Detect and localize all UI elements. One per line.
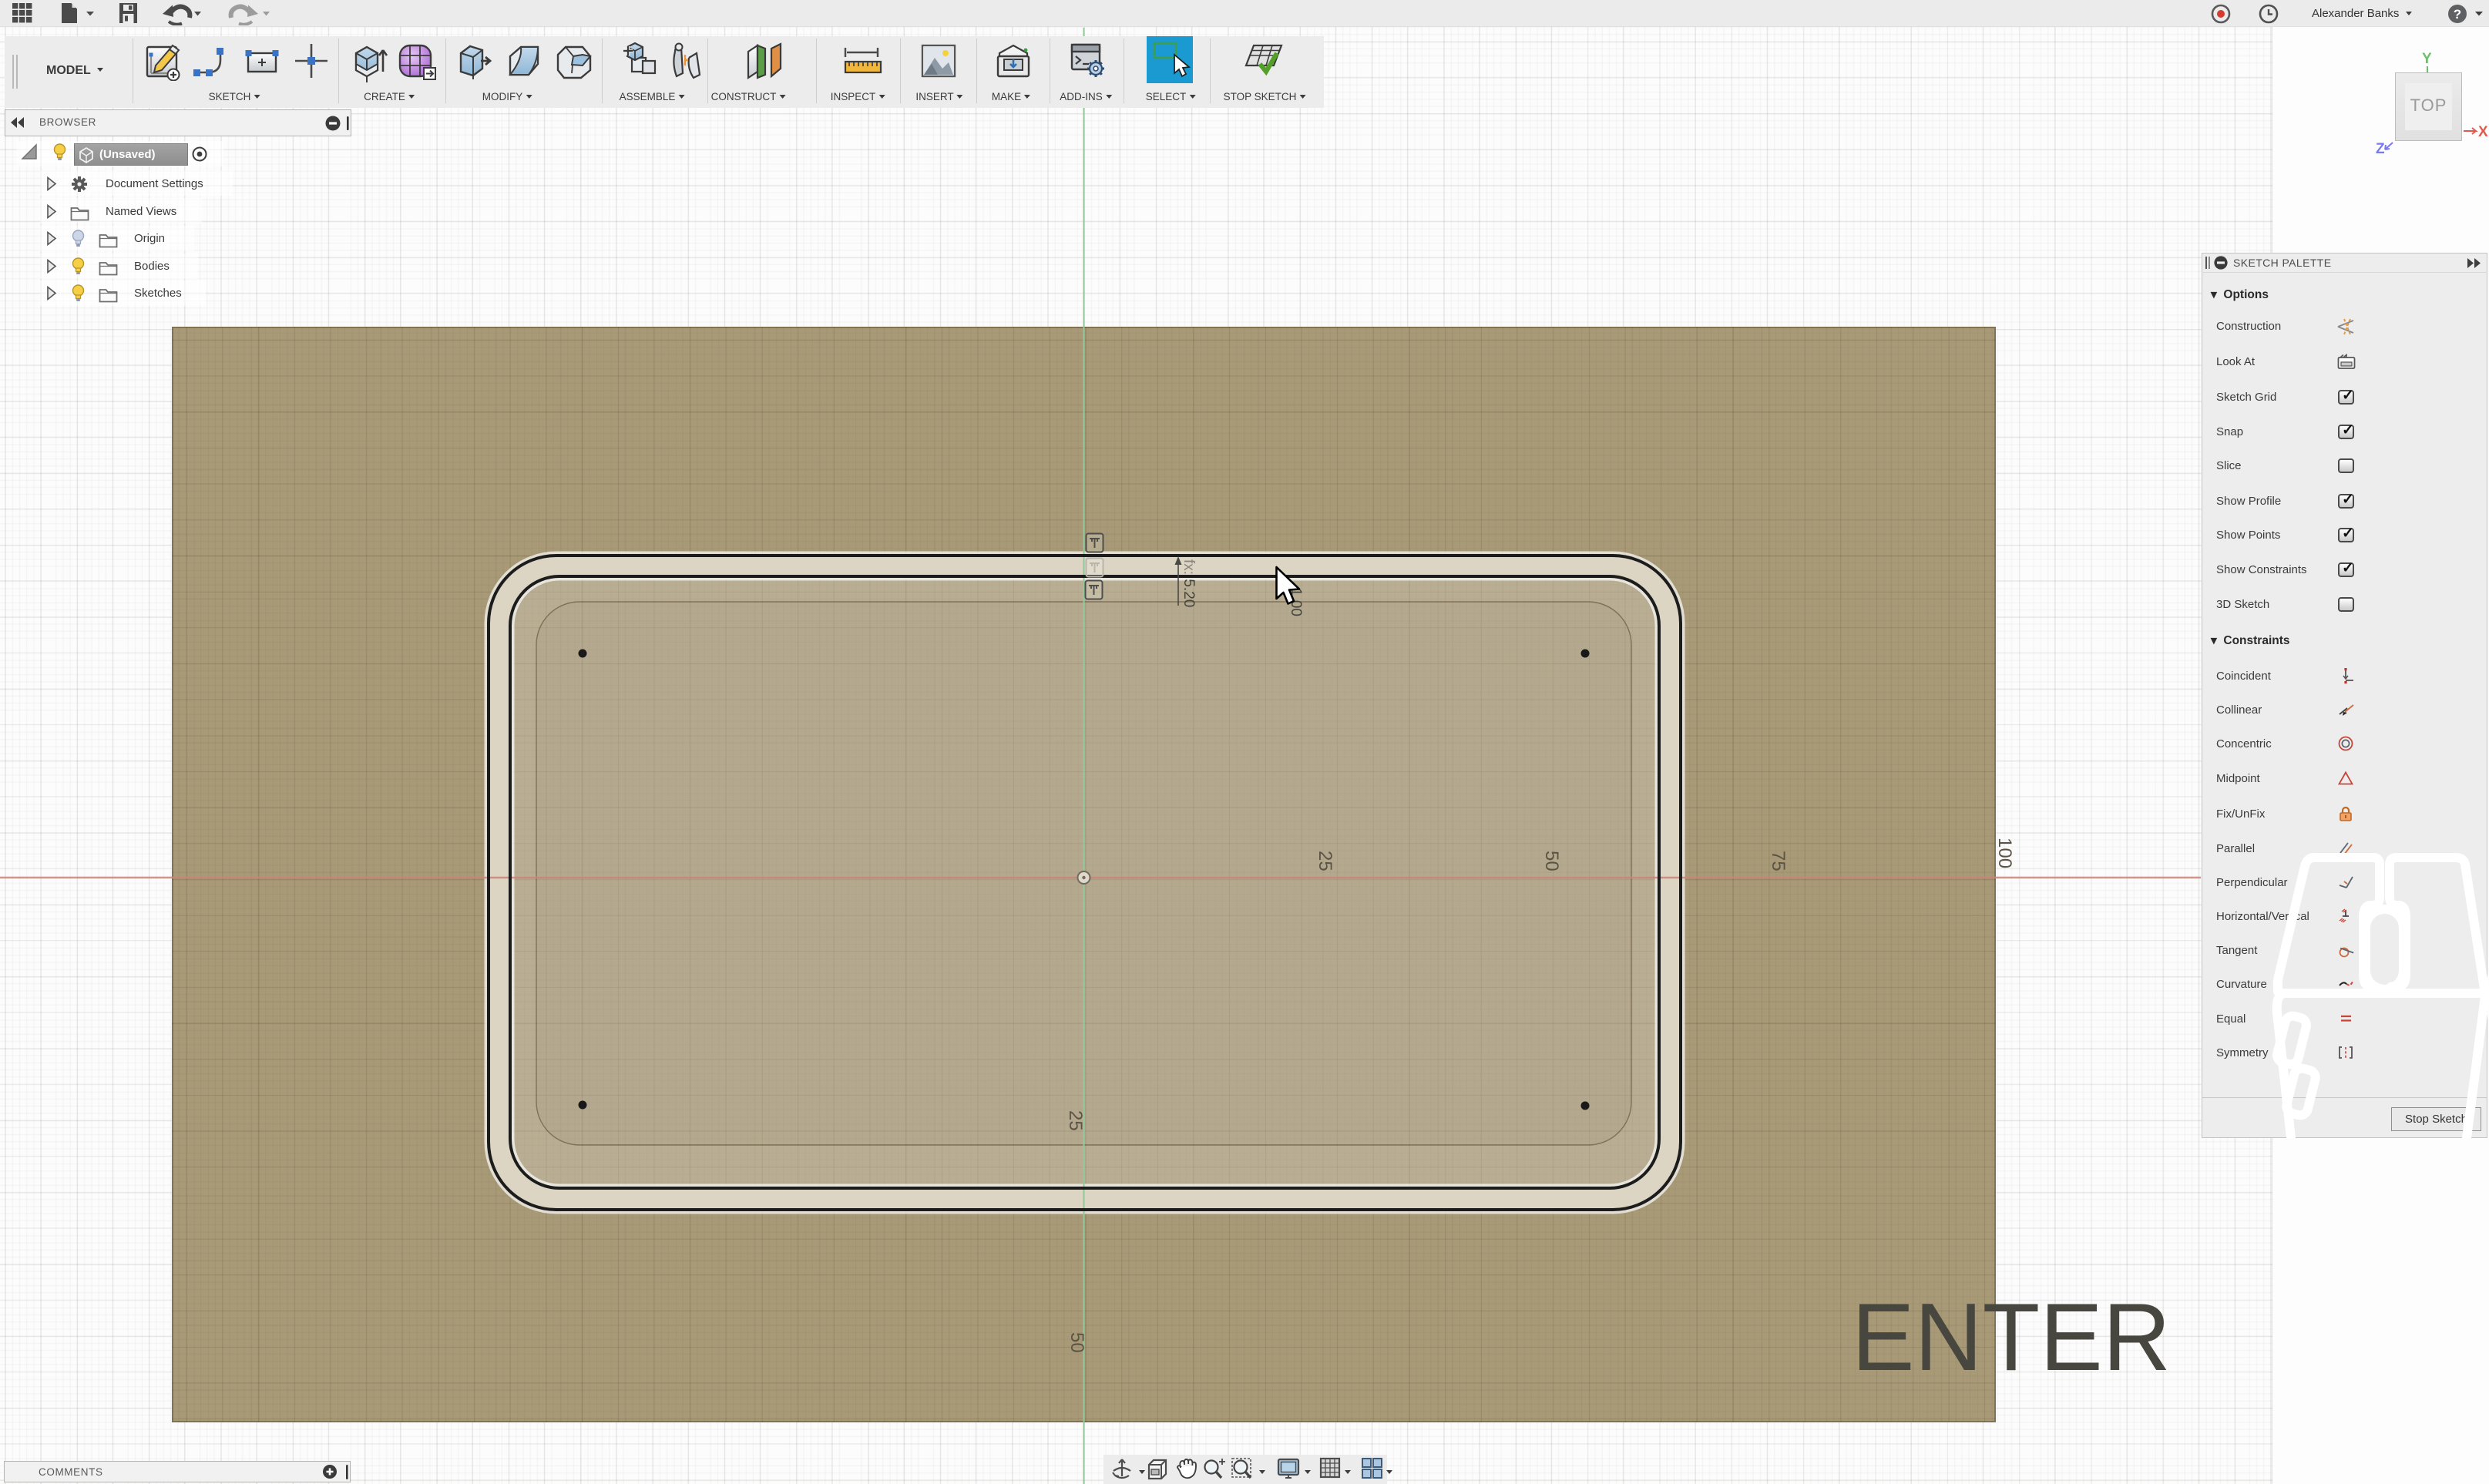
svg-text:Z: Z bbox=[2376, 141, 2385, 156]
svg-text:?: ? bbox=[2454, 7, 2461, 22]
svg-text:Y: Y bbox=[2422, 51, 2432, 67]
svg-text:X: X bbox=[2478, 124, 2488, 140]
